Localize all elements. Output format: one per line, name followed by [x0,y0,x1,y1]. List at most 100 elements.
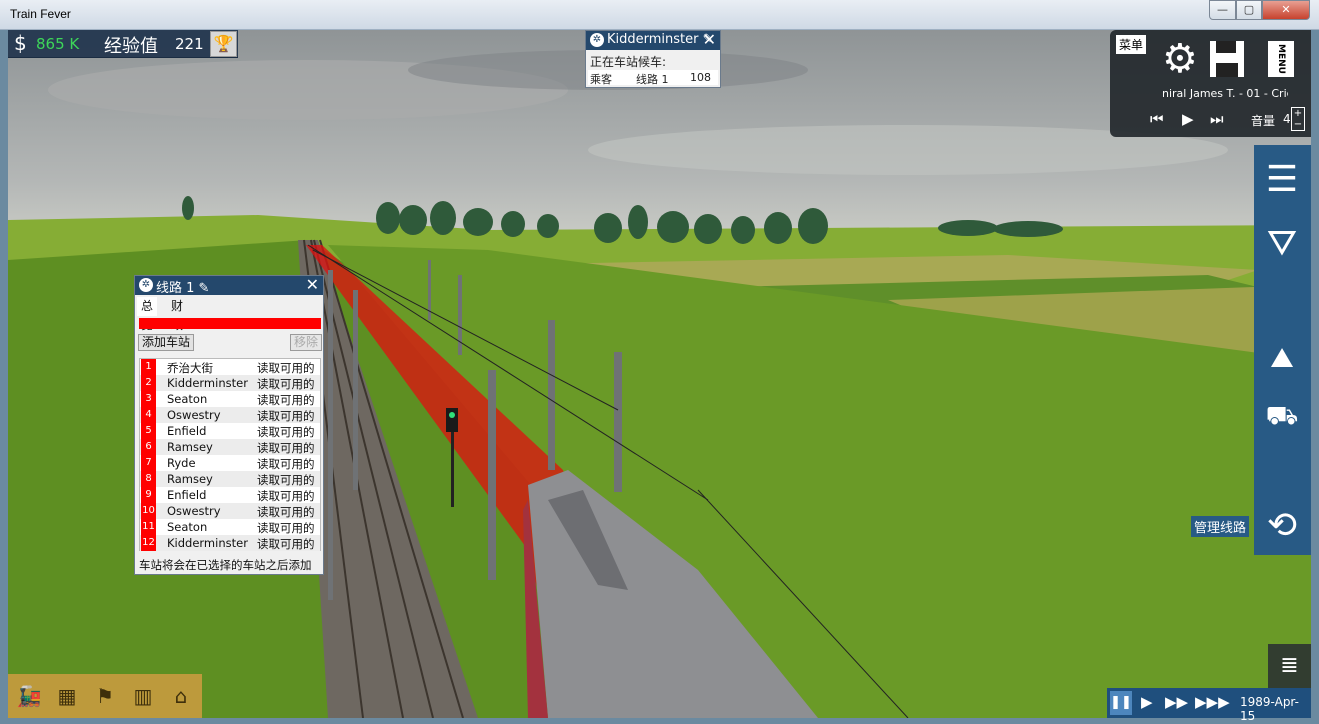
stop-row[interactable]: 1 乔治大街 读取可用的 [140,359,320,375]
stop-row[interactable]: 9 Enfield 读取可用的 [140,487,320,503]
stop-row[interactable]: 10 Oswestry 读取可用的 [140,503,320,519]
trophy-icon[interactable]: 🏆 [210,31,237,57]
stop-row[interactable]: 3 Seaton 读取可用的 [140,391,320,407]
stop-name: Oswestry [167,504,221,518]
menu-panel: 菜单 ⚙ MENU niral James T. - 01 - Cric ⏮ ▶… [1110,30,1311,137]
window-titlebar: Train Fever — ▢ ✕ [0,0,1319,30]
industry-icon[interactable]: ⌂ [166,682,196,710]
vehicles-icon[interactable]: ▦ [52,682,82,710]
manage-lines-label[interactable]: 管理线路 [1191,516,1250,537]
volume-up-icon[interactable]: + [1294,108,1302,119]
play-icon[interactable]: ▶ [1182,110,1194,128]
stop-number: 3 [141,391,156,407]
stop-name: Kidderminster [167,536,248,550]
stop-status: 读取可用的 [257,441,315,455]
maximize-button[interactable]: ▢ [1236,0,1262,20]
terrain-icon[interactable]: ⛰ [1259,335,1305,381]
stop-row[interactable]: 11 Seaton 读取可用的 [140,519,320,535]
stop-number: 11 [141,519,156,535]
volume-label: 音量 [1251,114,1276,128]
gear-icon[interactable]: ⚙ [1162,38,1198,80]
add-station-hint: 车站将会在已选择的车站之后添加 [139,558,312,572]
add-station-button[interactable]: 添加车站 [138,334,195,351]
stop-number: 1 [141,359,156,375]
station-settings-icon[interactable]: ✲ [590,33,604,47]
waiting-label: 正在车站候车: [590,55,667,69]
stop-row[interactable]: 8 Ramsey 读取可用的 [140,471,320,487]
stop-name: Enfield [167,488,207,502]
rail-track-icon[interactable]: ☰ [1259,157,1305,203]
stop-name: Kidderminster [167,376,248,390]
money-xp-bar: $ 865 K 经验值 221 🏆 [8,30,238,58]
stop-row[interactable]: 5 Enfield 读取可用的 [140,423,320,439]
stop-status: 读取可用的 [257,425,315,439]
stop-status: 读取可用的 [257,361,315,375]
stop-number: 8 [141,471,156,487]
station-info-panel: ✲ Kidderminster ✎ ✕ 正在车站候车: 乘客 线路 1 108 [585,30,721,88]
window-title: Train Fever [10,7,71,21]
line-title: 线路 1 ✎ [156,281,210,296]
close-icon[interactable]: ✕ [306,275,319,294]
stop-status: 读取可用的 [257,521,315,535]
menu-icon[interactable]: MENU [1268,41,1294,77]
line-panel: ✲ 线路 1 ✎ ✕ 总览 财政 添加车站 移除 1乔治大街读取可用的2Kidd… [134,275,324,575]
right-toolbar: ☰ ⛛ ⛰ ⛟ ⟲ [1254,145,1311,555]
signs-icon[interactable]: ⚑ [90,682,120,710]
line-panel-header[interactable]: ✲ 线路 1 ✎ ✕ [135,275,323,296]
road-icon[interactable]: ⛛ [1259,221,1305,267]
stop-number: 10 [141,503,156,519]
city-icon[interactable]: ▥ [128,682,158,710]
stop-number: 6 [141,439,156,455]
currency-symbol: $ [14,31,27,55]
play-speed-1-icon[interactable]: ▶ [1141,693,1153,711]
tab-overview[interactable]: 总览 [137,297,158,332]
stop-name: Oswestry [167,408,221,422]
train-icon[interactable]: 🚂 [14,682,44,710]
minimize-button[interactable]: — [1209,0,1236,20]
music-track-title: niral James T. - 01 - Cric [1162,87,1288,100]
bulldozer-icon[interactable]: ⛟ [1259,393,1305,439]
close-window-button[interactable]: ✕ [1262,0,1310,20]
next-track-icon[interactable]: ⏭ [1210,110,1224,128]
play-speed-3-icon[interactable]: ▶▶▶ [1195,693,1230,711]
money-value: 865 K [36,35,80,53]
stop-status: 读取可用的 [257,489,315,503]
line-color-bar[interactable] [139,318,321,329]
stop-list: 1 乔治大街 读取可用的 2 Kidderminster 读取可用的 3 Seaton 读取可用… [139,358,321,551]
stop-row[interactable]: 2 Kidderminster 读取可用的 [140,375,320,391]
stop-status: 读取可用的 [257,409,315,423]
stop-number: 7 [141,455,156,471]
stop-name: Ryde [167,456,196,470]
station-name: Kidderminster ✎ [607,32,714,47]
stop-status: 读取可用的 [257,505,315,519]
stop-name: 乔治大街 [167,361,213,375]
stop-status: 读取可用的 [257,457,315,471]
bottom-left-toolbar: 🚂 ▦ ⚑ ▥ ⌂ [8,674,202,718]
previous-track-icon[interactable]: ⏮ [1150,110,1164,128]
close-icon[interactable]: ✕ [703,30,716,49]
stop-status: 读取可用的 [257,537,315,551]
stop-number: 9 [141,487,156,503]
save-icon[interactable] [1210,41,1244,77]
passenger-type: 乘客 [590,73,612,86]
stop-row[interactable]: 4 Oswestry 读取可用的 [140,407,320,423]
stop-status: 读取可用的 [257,473,315,487]
station-panel-header[interactable]: ✲ Kidderminster ✎ ✕ [586,30,720,50]
stop-row[interactable]: 12 Kidderminster 读取可用的 [140,535,320,551]
stop-row[interactable]: 7 Ryde 读取可用的 [140,455,320,471]
line-settings-icon[interactable]: ✲ [139,278,153,292]
play-speed-2-icon[interactable]: ▶▶ [1165,693,1188,711]
pause-icon[interactable]: ❚❚ [1110,691,1132,715]
remove-button[interactable]: 移除 [290,334,323,351]
time-controls: ❚❚ ▶ ▶▶ ▶▶▶ 1989-Apr-15 [1107,688,1311,723]
game-date: 1989-Apr-15 [1240,695,1299,723]
manage-lines-icon[interactable]: ⟲ [1259,503,1305,549]
volume-down-icon[interactable]: − [1294,119,1302,130]
volume-stepper[interactable]: + − [1291,107,1305,131]
tab-finance[interactable]: 财政 [167,297,187,332]
layers-icon[interactable]: ≣ [1268,644,1311,688]
xp-value: 221 [175,35,204,53]
stop-name: Ramsey [167,440,213,454]
stop-status: 读取可用的 [257,393,315,407]
stop-row[interactable]: 6 Ramsey 读取可用的 [140,439,320,455]
